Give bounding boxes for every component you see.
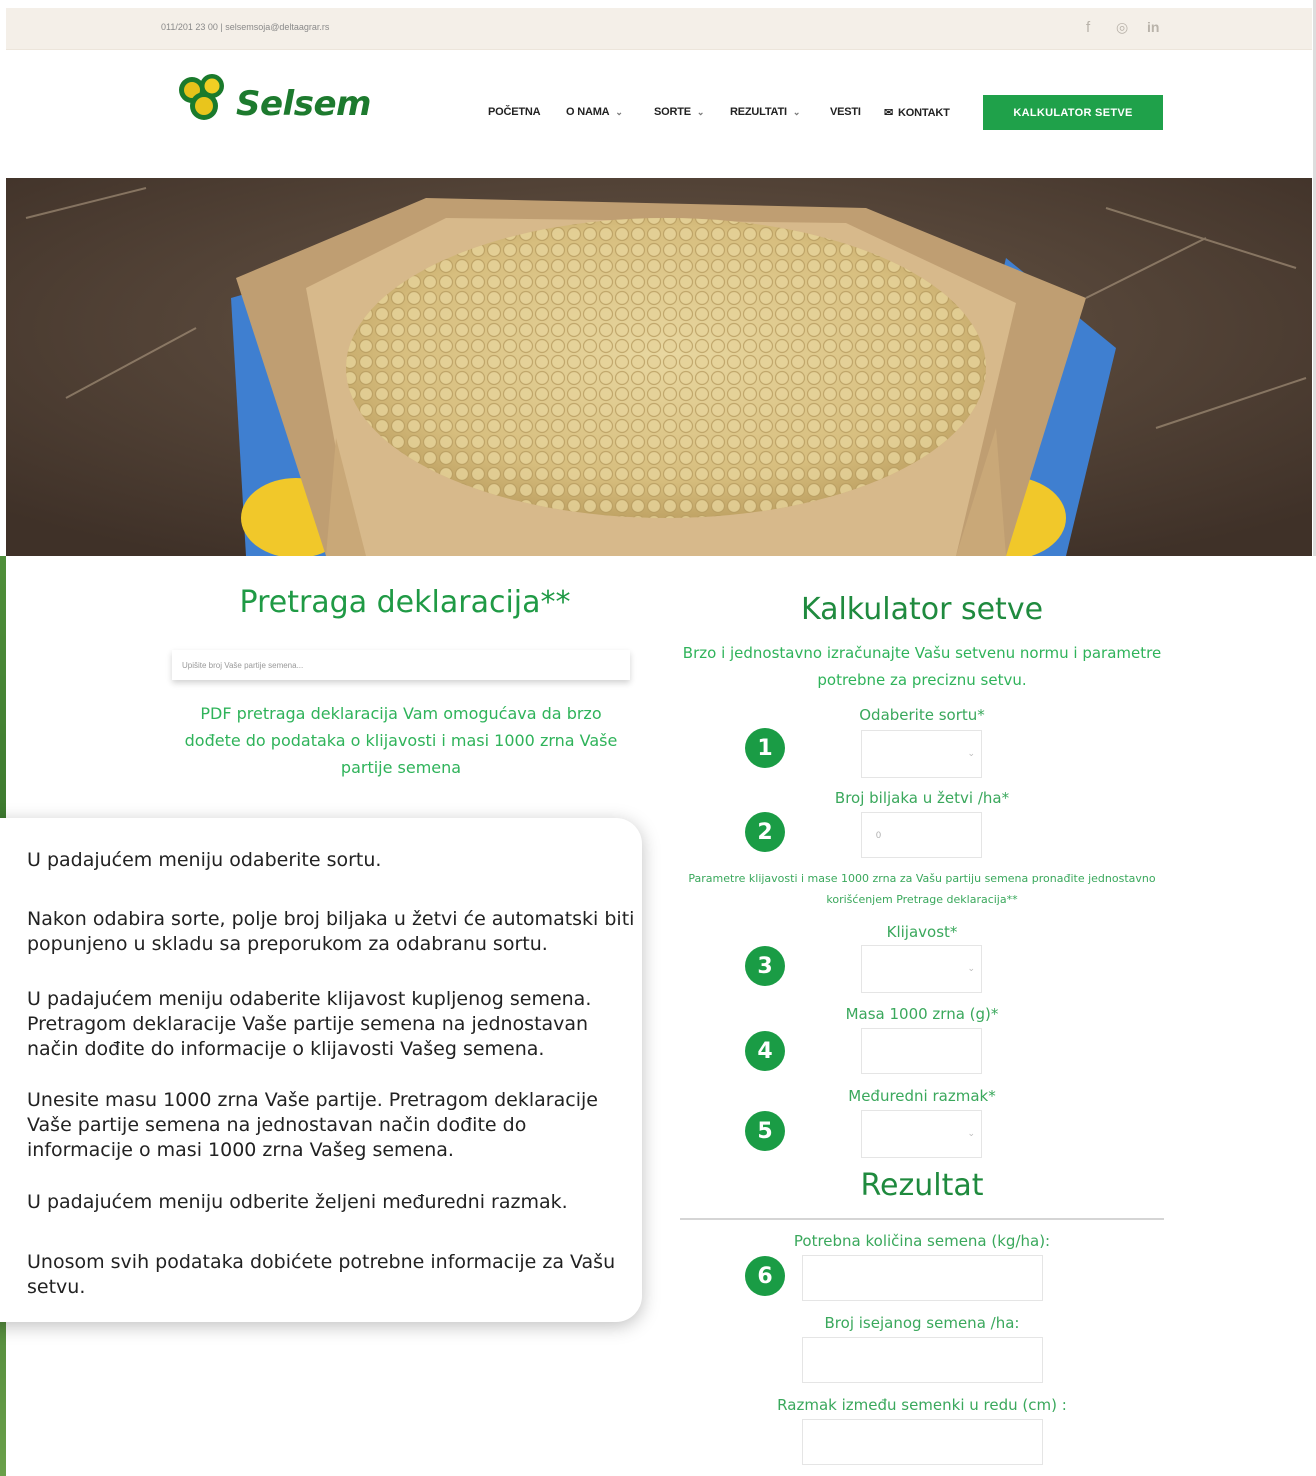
broj-semena-label: Broj isejanog semena /ha: (824, 1314, 1020, 1332)
instruction-1: U padajućem meniju odaberite sortu. (27, 848, 637, 873)
broj-semena-output (802, 1337, 1043, 1383)
sorta-label: Odaberite sortu* (859, 706, 985, 724)
instruction-text: U padajućem meniju odaberite klijavost k… (27, 988, 592, 1060)
chevron-down-icon: ⌄ (792, 107, 801, 117)
kolicina-label: Potrebna količina semena (kg/ha): (793, 1232, 1051, 1250)
rezultat-divider (680, 1218, 1164, 1220)
step-badge-3: 3 (745, 946, 785, 986)
nav-label: VESTI (830, 106, 861, 118)
nav-sorte[interactable]: SORTE ⌄ (654, 106, 704, 118)
razmak-label: Međuredni razmak* (848, 1087, 996, 1105)
instagram-icon[interactable]: ◎ (1116, 19, 1128, 36)
step-badge-1: 1 (745, 728, 785, 768)
step-badge-5: 5 (745, 1111, 785, 1151)
kalkulator-subtitle: Brzo i jednostavno izračunajte Vašu setv… (682, 644, 1162, 689)
deklaracija-search-input[interactable] (172, 650, 630, 680)
instruction-2: Nakon odabira sorte, polje broj biljaka … (27, 907, 637, 957)
instruction-text: U padajućem meniju odaberite sortu. (27, 849, 382, 871)
nav-kontakt[interactable]: ✉ KONTAKT (884, 106, 950, 119)
klijavost-label: Klijavost* (886, 923, 958, 941)
chevron-down-icon: ⌄ (967, 749, 975, 759)
nav-label: O NAMA (566, 106, 610, 118)
nav-rezultati[interactable]: REZULTATI ⌄ (730, 106, 800, 118)
topbar: 011/201 23 00 | selsemsoja@deltaagrar.rs… (6, 8, 1312, 50)
hero-image (6, 178, 1312, 556)
logo-text: Selsem (236, 84, 371, 124)
nav-pocetna[interactable]: POČETNA (488, 106, 541, 118)
instruction-4: Unesite masu 1000 zrna Vaše partije. Pre… (27, 1088, 637, 1163)
instruction-text: Nakon odabira sorte, polje broj biljaka … (27, 908, 635, 955)
razmak-select[interactable]: ⌄ (861, 1110, 982, 1158)
rezultat-title: Rezultat (860, 1168, 984, 1203)
step-badge-4: 4 (745, 1031, 785, 1071)
nav-o-nama[interactable]: O NAMA ⌄ (566, 106, 623, 118)
kalkulator-setve-button[interactable]: KALKULATOR SETVE (983, 95, 1163, 130)
parametre-note: Parametre klijavosti i mase 1000 zrna za… (688, 872, 1156, 906)
pretraga-title: Pretraga deklaracija** (239, 585, 571, 620)
soybean-bag-illustration (6, 178, 1312, 556)
chevron-down-icon: ⌄ (615, 107, 623, 117)
sorta-select[interactable]: ⌄ (861, 730, 982, 778)
instruction-text: Unesite masu 1000 zrna Vaše partije. Pre… (27, 1089, 598, 1161)
header: Selsem POČETNA O NAMA ⌄ SORTE ⌄ REZULTATI ⌄… (6, 50, 1312, 178)
chevron-down-icon: ⌄ (967, 1129, 975, 1139)
razmak-semenki-output (802, 1419, 1043, 1465)
masa-input[interactable] (861, 1028, 982, 1074)
biljke-label: Broj biljaka u žetvi /ha* (834, 789, 1010, 807)
page: 011/201 23 00 | selsemsoja@deltaagrar.rs… (0, 0, 1316, 1476)
instruction-6: Unosom svih podataka dobićete potrebne i… (27, 1250, 637, 1300)
klijavost-select[interactable]: ⌄ (861, 945, 982, 993)
instruction-text: U padajućem meniju odberite željeni među… (27, 1191, 568, 1213)
instruction-5: U padajućem meniju odberite željeni među… (27, 1190, 637, 1215)
instruction-text: Unosom svih podataka dobićete potrebne i… (27, 1251, 616, 1298)
nav-label: POČETNA (488, 106, 541, 118)
step-badge-6: 6 (745, 1256, 785, 1296)
instruction-3: U padajućem meniju odaberite klijavost k… (27, 987, 637, 1062)
nav-label: REZULTATI (730, 106, 787, 118)
razmak-semenki-label: Razmak između semenki u redu (cm) : (777, 1396, 1067, 1414)
instructions-card: U padajućem meniju odaberite sortu. Nako… (0, 818, 642, 1322)
chevron-down-icon: ⌄ (696, 107, 705, 117)
nav-label: KONTAKT (898, 107, 950, 119)
kolicina-output (802, 1255, 1043, 1301)
nav-label: SORTE (654, 106, 691, 118)
facebook-icon[interactable]: f (1086, 19, 1090, 36)
linkedin-icon[interactable]: in (1147, 19, 1159, 35)
biljke-input[interactable] (861, 812, 982, 858)
topbar-contact[interactable]: 011/201 23 00 | selsemsoja@deltaagrar.rs (161, 22, 329, 32)
masa-label: Masa 1000 zrna (g)* (845, 1005, 999, 1023)
kalkulator-title: Kalkulator setve (800, 592, 1044, 627)
logo[interactable]: Selsem (174, 68, 371, 132)
nav-vesti[interactable]: VESTI (830, 106, 861, 118)
step-badge-2: 2 (745, 812, 785, 852)
mail-icon: ✉ (884, 107, 894, 119)
pretraga-description: PDF pretraga deklaracija Vam omogućava d… (184, 704, 618, 777)
logo-mark-icon (179, 74, 224, 120)
chevron-down-icon: ⌄ (967, 964, 975, 974)
